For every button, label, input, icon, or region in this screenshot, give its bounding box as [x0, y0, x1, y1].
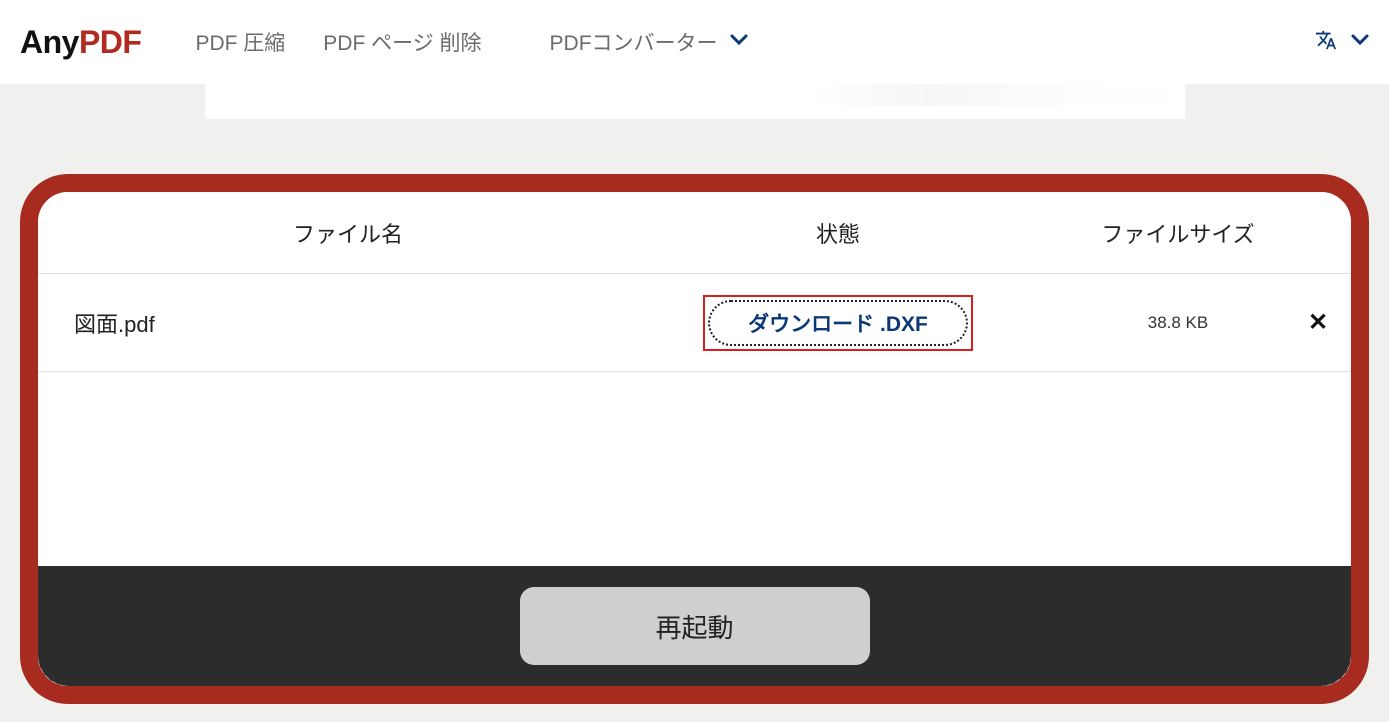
header-right — [1315, 29, 1369, 56]
col-header-status: 状態 — [628, 217, 1048, 249]
cell-action: ✕ — [1308, 308, 1348, 337]
logo-text-pdf: PDF — [79, 24, 142, 60]
cell-status: ダウンロード .DXF — [628, 295, 1048, 351]
logo[interactable]: AnyPDF — [20, 24, 141, 61]
download-button[interactable]: ダウンロード .DXF — [703, 295, 973, 351]
chevron-down-icon — [730, 33, 748, 51]
result-panel: ファイル名 状態 ファイルサイズ 図面.pdf ダウンロード .DXF 38.8… — [20, 174, 1369, 704]
table-row: 図面.pdf ダウンロード .DXF 38.8 KB ✕ — [38, 274, 1351, 372]
top-nav-header: AnyPDF PDF 圧縮 PDF ページ 削除 PDFコンバーター — [0, 0, 1389, 84]
spacer — [38, 372, 1351, 566]
nav-delete-pages[interactable]: PDF ページ 削除 — [309, 17, 495, 67]
cell-filesize: 38.8 KB — [1048, 313, 1308, 333]
logo-text-any: Any — [20, 24, 79, 60]
close-icon[interactable]: ✕ — [1308, 308, 1328, 337]
nav-compress-label: PDF 圧縮 — [195, 27, 285, 57]
footer-bar: 再起動 — [38, 566, 1351, 686]
content-strip-inner — [205, 84, 1185, 119]
col-header-filesize: ファイルサイズ — [1048, 217, 1308, 249]
restart-button[interactable]: 再起動 — [520, 587, 870, 665]
nav-converter-label: PDFコンバーター — [550, 27, 718, 57]
nav-delete-pages-label: PDF ページ 削除 — [323, 27, 481, 57]
download-button-label: ダウンロード .DXF — [708, 300, 968, 346]
chevron-down-icon[interactable] — [1351, 33, 1369, 51]
nav-compress[interactable]: PDF 圧縮 — [181, 17, 299, 67]
col-header-filename: ファイル名 — [68, 217, 628, 249]
content-strip — [0, 84, 1389, 174]
nav-converter[interactable]: PDFコンバーター — [536, 17, 762, 67]
table-header-row: ファイル名 状態 ファイルサイズ — [38, 192, 1351, 274]
result-panel-content: ファイル名 状態 ファイルサイズ 図面.pdf ダウンロード .DXF 38.8… — [38, 192, 1351, 686]
nav-menu: PDF 圧縮 PDF ページ 削除 PDFコンバーター — [181, 17, 761, 67]
translate-icon[interactable] — [1315, 29, 1337, 56]
cell-filename: 図面.pdf — [68, 307, 628, 339]
